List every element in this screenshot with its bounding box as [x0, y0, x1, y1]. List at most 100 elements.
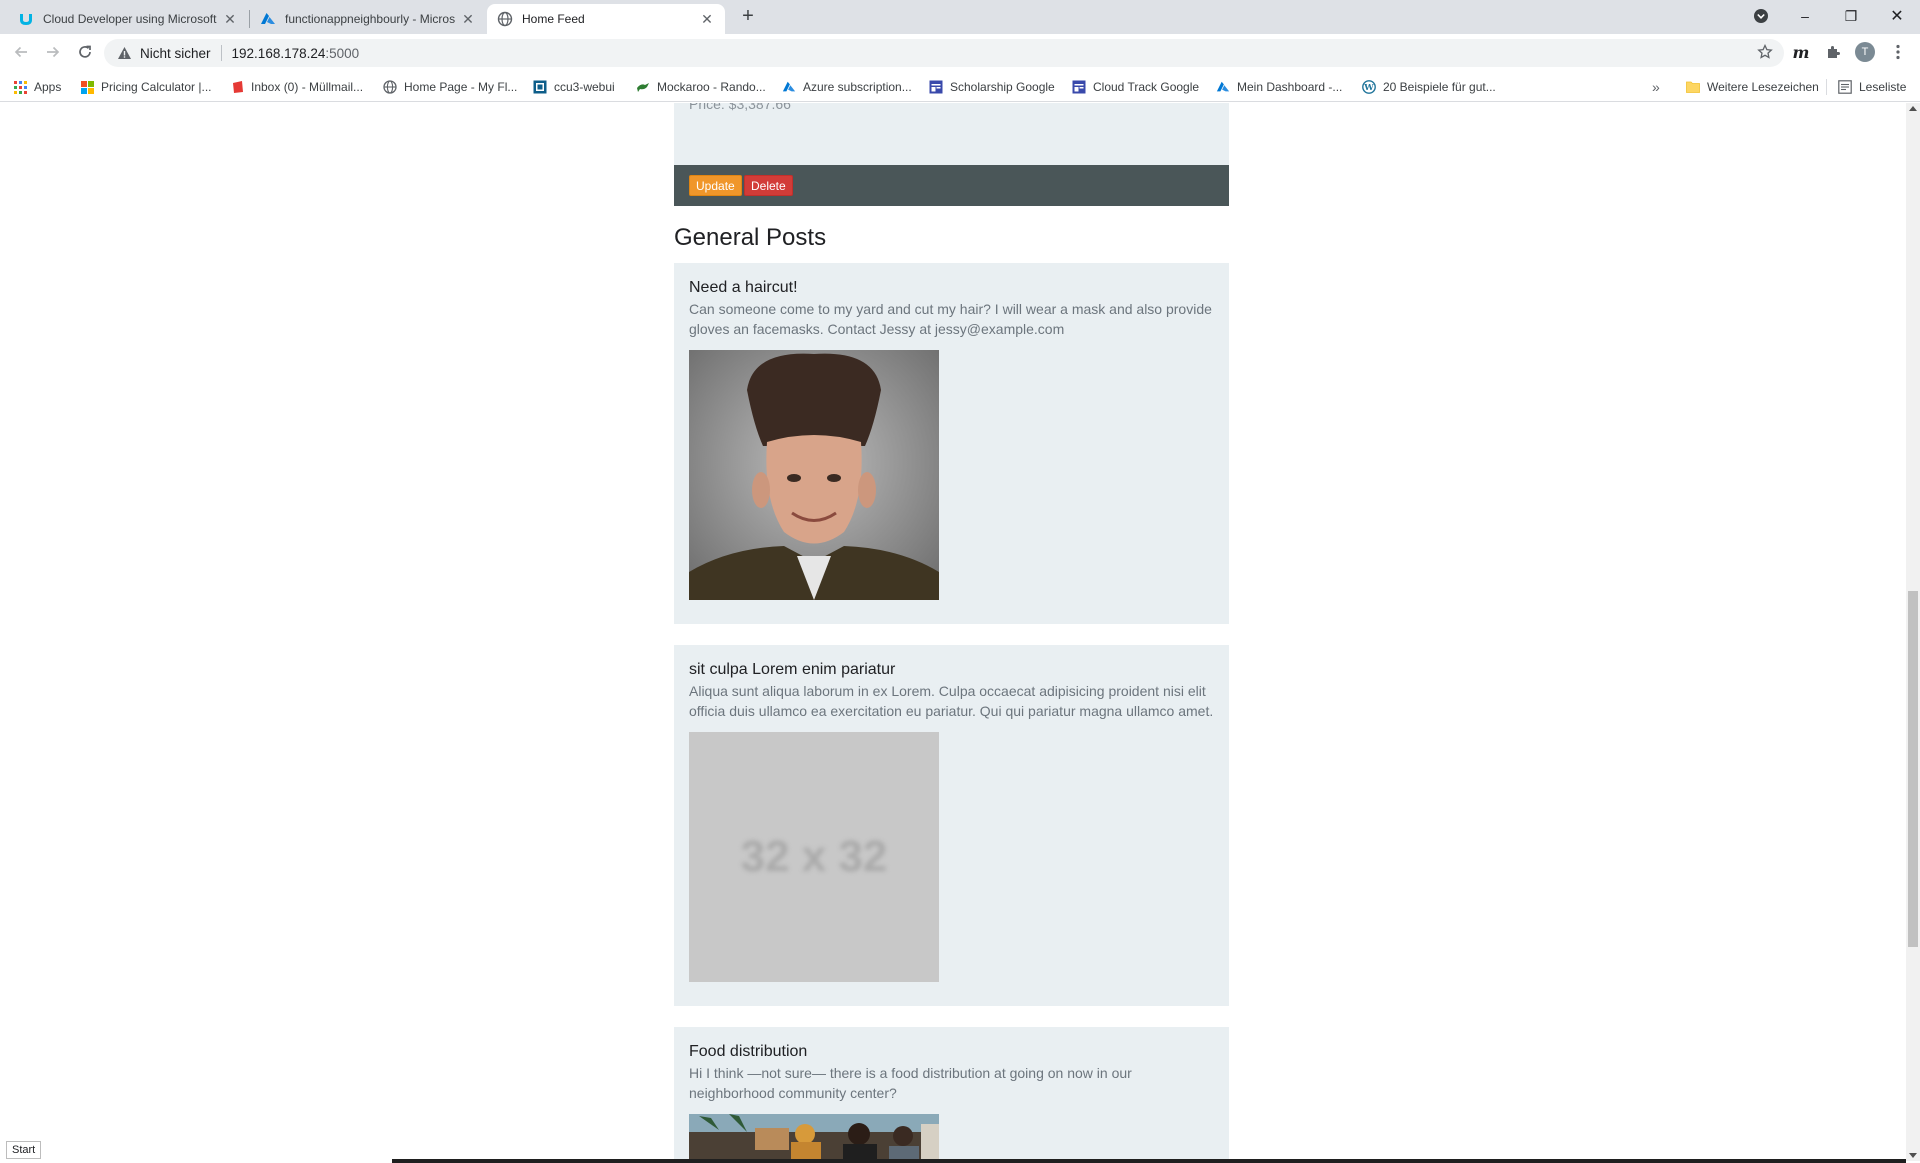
bookmark-label: Inbox (0) - Müllmail...: [251, 80, 364, 94]
bookmark-label: Apps: [34, 80, 62, 94]
section-title: General Posts: [674, 224, 827, 251]
tab-strip: Cloud Developer using Microsoft ✕ functi…: [0, 0, 1920, 34]
bookmark-label: Mein Dashboard -...: [1237, 80, 1343, 94]
mockaroo-icon: [636, 80, 650, 94]
azure-icon: [1216, 80, 1230, 94]
address-bar[interactable]: Nicht sicher 192.168.178.24 :5000: [104, 39, 1784, 67]
scrollbar[interactable]: [1906, 103, 1920, 1161]
status-bubble: Start: [6, 1141, 42, 1159]
bookmark-label: Cloud Track Google: [1093, 80, 1200, 94]
bookmark-20-beispiele[interactable]: W 20 Beispiele für gut...: [1362, 78, 1496, 96]
reload-button[interactable]: [73, 40, 97, 64]
tab-home-feed[interactable]: Home Feed ✕: [487, 4, 725, 34]
divider: [1826, 79, 1827, 95]
bookmark-label: 20 Beispiele für gut...: [1383, 80, 1496, 94]
bookmark-ccu3-webui[interactable]: ccu3-webui: [533, 78, 615, 96]
svg-text:W: W: [1363, 83, 1374, 93]
forward-button[interactable]: [41, 40, 65, 64]
warning-icon[interactable]: [116, 45, 132, 61]
close-tab-icon[interactable]: ✕: [460, 11, 476, 27]
reading-list-button[interactable]: Leseliste: [1838, 78, 1906, 96]
extensions-puzzle-icon[interactable]: [1823, 42, 1843, 62]
tab-title: Home Feed: [522, 12, 585, 26]
post-image-crowd: [689, 1114, 939, 1161]
url-port: :5000: [325, 45, 360, 61]
globe-icon: [497, 11, 513, 27]
sheet-icon: [1072, 80, 1086, 94]
bookmark-mockaroo[interactable]: Mockaroo - Rando...: [636, 78, 766, 96]
delete-button[interactable]: Delete: [744, 175, 793, 196]
bookmark-mein-dashboard[interactable]: Mein Dashboard -...: [1216, 78, 1342, 96]
bookmark-pricing-calculator[interactable]: Pricing Calculator |...: [80, 78, 212, 96]
post-body: Can someone come to my yard and cut my h…: [689, 301, 1212, 337]
placeholder-text: 32 x 32: [740, 832, 888, 881]
close-tab-icon[interactable]: ✕: [222, 11, 238, 27]
divider: [220, 45, 222, 61]
globe-icon: [383, 80, 397, 94]
scroll-up-arrow-icon[interactable]: [1909, 106, 1917, 111]
security-label[interactable]: Nicht sicher: [140, 46, 211, 61]
back-button[interactable]: [9, 40, 33, 64]
tab-title: functionappneighbourly - Micros: [285, 12, 456, 26]
wordpress-icon: W: [1362, 80, 1376, 94]
bookmark-label: Pricing Calculator |...: [101, 80, 212, 94]
tab-functionapp[interactable]: functionappneighbourly - Micros ✕: [250, 4, 486, 34]
profile-avatar[interactable]: T: [1855, 42, 1875, 62]
post-title: sit culpa Lorem enim pariatur: [689, 661, 896, 678]
page-viewport: Price: $3,387.66 Update Delete General P…: [0, 103, 1906, 1161]
tab-cloud-developer[interactable]: Cloud Developer using Microsoft ✕: [8, 4, 248, 34]
tab-search-icon[interactable]: [1738, 0, 1784, 32]
previous-post-card: Price: $3,387.66: [674, 103, 1229, 165]
bookmark-label: Leseliste: [1859, 80, 1907, 94]
apps-grid-icon: [13, 80, 27, 94]
square-icon: [533, 80, 547, 94]
bookmark-label: Weitere Lesezeichen: [1707, 80, 1819, 94]
bookmark-label: Mockaroo - Rando...: [657, 80, 766, 94]
extension-m-icon[interactable]: m: [1791, 42, 1811, 62]
post-body: Aliqua sunt aliqua laborum in ex Lorem. …: [689, 683, 1214, 719]
bookmark-label: ccu3-webui: [554, 80, 615, 94]
bookmark-apps[interactable]: Apps: [13, 78, 61, 96]
bottom-edge-strip: [392, 1159, 1906, 1163]
mail-icon: [230, 80, 244, 94]
close-tab-icon[interactable]: ✕: [699, 11, 715, 27]
scroll-down-arrow-icon[interactable]: [1909, 1153, 1917, 1158]
post-title: Need a haircut!: [689, 279, 798, 296]
azure-icon: [782, 80, 796, 94]
sheet-icon: [929, 80, 943, 94]
bookmark-home-page[interactable]: Home Page - My Fl...: [383, 78, 517, 96]
bookmark-scholarship-google[interactable]: Scholarship Google: [929, 78, 1055, 96]
tab-title: Cloud Developer using Microsoft: [43, 12, 217, 26]
post-title: Food distribution: [689, 1043, 808, 1060]
bookmark-cloud-track-google[interactable]: Cloud Track Google: [1072, 78, 1199, 96]
bookmark-label: Scholarship Google: [950, 80, 1055, 94]
udacity-icon: [18, 11, 34, 27]
minimize-button[interactable]: –: [1782, 0, 1828, 32]
new-tab-button[interactable]: +: [737, 6, 759, 28]
azure-icon: [260, 11, 276, 27]
avatar: T: [1855, 42, 1875, 62]
menu-kebab-icon[interactable]: [1888, 42, 1908, 62]
bookmark-star-icon[interactable]: [1756, 43, 1774, 62]
bookmarks-overflow-button[interactable]: »: [1652, 78, 1660, 96]
restore-button[interactable]: ❐: [1828, 0, 1874, 32]
bookmark-inbox[interactable]: Inbox (0) - Müllmail...: [230, 78, 363, 96]
bookmark-label: Home Page - My Fl...: [404, 80, 518, 94]
post-body: Hi I think —not sure— there is a food di…: [689, 1065, 1132, 1101]
post-image-portrait: [689, 350, 939, 600]
other-bookmarks-folder[interactable]: Weitere Lesezeichen: [1686, 78, 1819, 96]
folder-icon: [1686, 80, 1700, 94]
close-window-button[interactable]: ✕: [1874, 0, 1920, 32]
url-host: 192.168.178.24: [231, 45, 326, 61]
scrollbar-thumb[interactable]: [1908, 591, 1918, 947]
update-button[interactable]: Update: [689, 175, 742, 196]
microsoft-icon: [80, 80, 94, 94]
bookmark-azure-subscription[interactable]: Azure subscription...: [782, 78, 912, 96]
post-image-placeholder: 32 x 32: [689, 732, 939, 982]
browser-toolbar: Nicht sicher 192.168.178.24 :5000 m T: [0, 34, 1920, 70]
reading-list-icon: [1838, 80, 1852, 94]
bookmarks-bar: Apps Pricing Calculator |... Inbox (0) -…: [0, 70, 1920, 102]
price-text: Price: $3,387.66: [689, 103, 791, 112]
bookmark-label: Azure subscription...: [803, 80, 912, 94]
card-footer: Update Delete: [674, 165, 1229, 206]
